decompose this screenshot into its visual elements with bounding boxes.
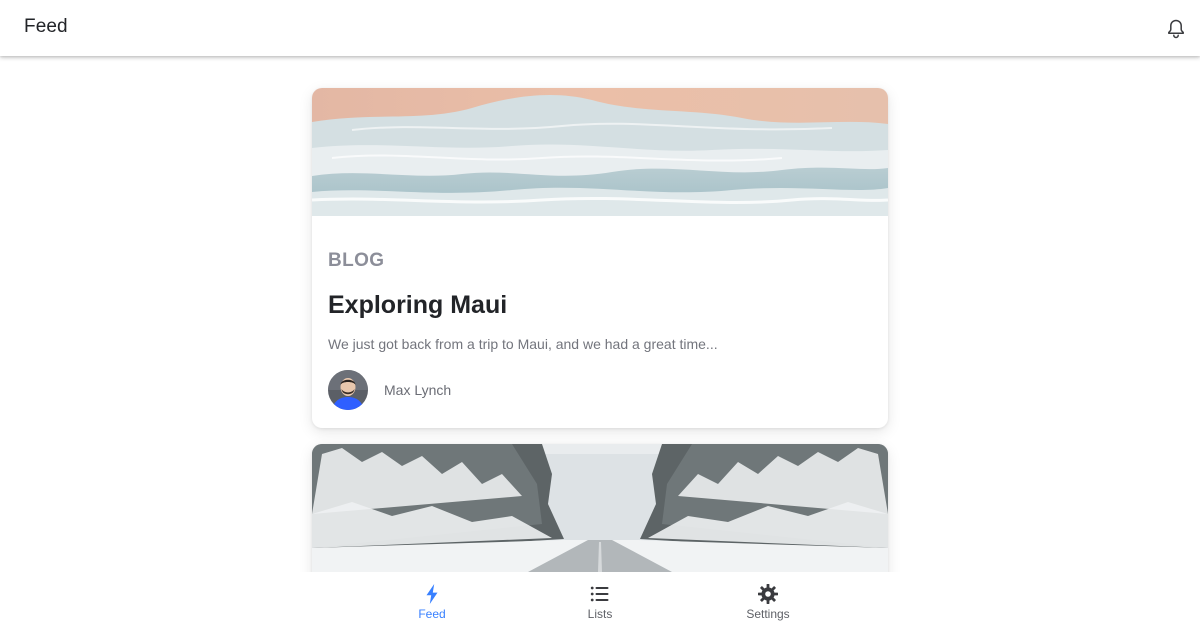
- card-category: BLOG: [328, 250, 385, 271]
- card-excerpt: We just got back from a trip to Maui, an…: [328, 336, 718, 352]
- tab-feed[interactable]: Feed: [348, 572, 516, 630]
- flash-icon: [426, 584, 438, 604]
- tab-label: Feed: [418, 607, 446, 621]
- bell-icon: [1168, 19, 1184, 39]
- author-name: Max Lynch: [384, 382, 452, 398]
- card-image-beach: [312, 88, 888, 216]
- notifications-button[interactable]: [1164, 17, 1188, 41]
- feed-card[interactable]: BLOG Exploring Maui We just got back fro…: [312, 88, 888, 428]
- tab-lists[interactable]: Lists: [516, 572, 684, 630]
- tab-label: Settings: [746, 607, 790, 621]
- card-image-snowy-road: [312, 444, 888, 572]
- page-title: Feed: [24, 16, 68, 37]
- app-header: Feed: [0, 0, 1200, 56]
- tab-bar: Feed Lists Settings: [0, 572, 1200, 630]
- cog-icon: [758, 584, 778, 604]
- tab-label: Lists: [587, 607, 613, 621]
- tab-settings[interactable]: Settings: [684, 572, 852, 630]
- avatar: [328, 370, 368, 410]
- card-title: Exploring Maui: [328, 291, 508, 319]
- feed-content: BLOG Exploring Maui We just got back fro…: [0, 56, 1200, 572]
- feed-card[interactable]: [312, 444, 888, 572]
- card-author: Max Lynch: [328, 370, 451, 410]
- list-icon: [590, 586, 609, 602]
